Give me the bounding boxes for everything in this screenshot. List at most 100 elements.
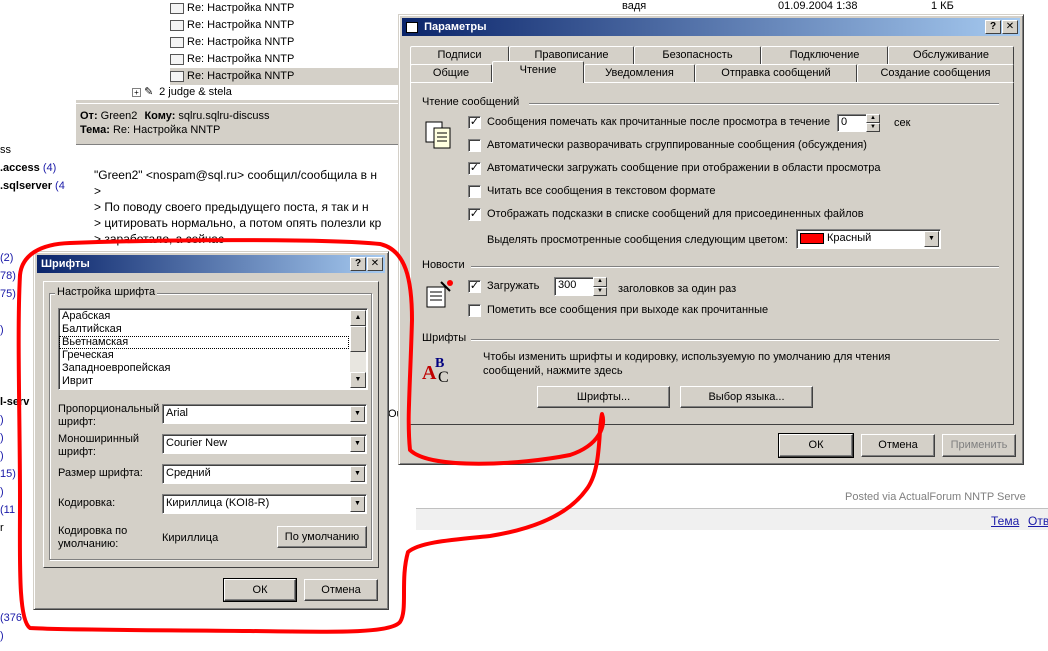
chevron-down-icon[interactable]: ▼ — [350, 436, 365, 452]
reply-link[interactable]: Отв — [1028, 514, 1048, 528]
tab-reading[interactable]: Чтение — [492, 61, 584, 83]
tooltips-label: Отображать подсказки в списке сообщений … — [487, 208, 864, 220]
topic-link[interactable]: Тема — [991, 514, 1019, 528]
list-item[interactable]: Re: Настройка NNTP — [170, 34, 294, 51]
top-row-date: 01.09.2004 1:38 — [778, 0, 858, 12]
list-item[interactable]: Арабская — [59, 310, 367, 323]
reading-section-title: Чтение сообщений — [422, 96, 520, 108]
list-item[interactable]: Греческая — [59, 349, 367, 362]
thread-row[interactable]: + ✎ 2 judge & stela — [132, 84, 232, 101]
fonts-title: Шрифты — [41, 258, 90, 270]
folder-item[interactable]: ) — [0, 324, 4, 336]
expand-icon[interactable]: + — [132, 87, 141, 97]
folder-item[interactable]: (376 — [0, 612, 22, 624]
help-button[interactable]: ? — [350, 257, 366, 271]
tab-connection[interactable]: Подключение — [761, 46, 888, 65]
download-checkbox[interactable]: ✓ — [468, 280, 481, 293]
listbox-scrollbar[interactable]: ▲ ▼ — [350, 310, 366, 388]
app-icon — [406, 21, 418, 33]
language-button[interactable]: Выбор языка... — [680, 386, 813, 408]
list-item[interactable]: Re: Настройка NNTP — [170, 51, 294, 68]
fonts-cancel-button[interactable]: Отмена — [304, 579, 378, 601]
sec-label: сек — [894, 117, 911, 129]
tab-compose[interactable]: Создание сообщения — [857, 64, 1014, 83]
list-item[interactable]: Re: Настройка NNTP — [170, 17, 294, 34]
params-apply-button[interactable]: Применить — [942, 434, 1016, 457]
tooltips-checkbox[interactable]: ✓ — [468, 208, 481, 221]
download-count-input[interactable]: 300 — [554, 277, 594, 296]
fonts-button[interactable]: Шрифты... — [537, 386, 670, 408]
folder-item[interactable]: ) — [0, 630, 4, 642]
params-dialog: Параметры ? ✕ Подписи Правописание Безоп… — [398, 14, 1024, 465]
folder-item[interactable]: l-serv — [0, 396, 29, 408]
list-item[interactable]: Иврит — [59, 375, 367, 388]
close-button[interactable]: ✕ — [367, 257, 383, 271]
folder-item[interactable]: .access (4) — [0, 162, 56, 174]
to-label: Кому: — [144, 110, 176, 122]
folder-item[interactable]: 75) — [0, 288, 16, 300]
highlight-color-select[interactable]: Красный ▼ — [796, 229, 941, 249]
mark-read-seconds-input[interactable]: 0 — [837, 114, 867, 132]
list-item[interactable]: Вьетнамская — [59, 336, 349, 349]
folder-item[interactable]: 78) — [0, 270, 16, 282]
folder-item[interactable]: .sqlserver (4 — [0, 180, 65, 192]
folder-item[interactable]: ) — [0, 414, 4, 426]
proportional-font-select[interactable]: Arial ▼ — [162, 404, 367, 424]
posted-via-text: Posted via ActualForum NNTP Serve — [845, 491, 1026, 503]
scroll-down-icon[interactable]: ▼ — [350, 372, 366, 388]
tab-send[interactable]: Отправка сообщений — [695, 64, 857, 83]
mono-font-select[interactable]: Courier New ▼ — [162, 434, 367, 454]
list-item[interactable]: Re: Настройка NNTP — [170, 0, 294, 17]
chevron-down-icon[interactable]: ▼ — [924, 231, 939, 247]
autoload-checkbox[interactable]: ✓ — [468, 162, 481, 175]
seconds-spinner[interactable]: ▲ ▼ — [866, 114, 880, 132]
scroll-thumb[interactable] — [350, 326, 366, 352]
close-button[interactable]: ✕ — [1002, 20, 1018, 34]
plaintext-checkbox[interactable] — [468, 185, 481, 198]
tab-notifications[interactable]: Уведомления — [584, 64, 695, 83]
mark-all-checkbox[interactable] — [468, 304, 481, 317]
fonts-titlebar[interactable]: Шрифты ? ✕ — [37, 255, 385, 273]
folder-item[interactable]: ) — [0, 450, 4, 462]
default-encoding-label: Кодировка по умолчанию: — [58, 525, 128, 550]
list-item[interactable]: Балтийская — [59, 323, 367, 336]
params-cancel-button[interactable]: Отмена — [861, 434, 935, 457]
params-ok-button[interactable]: ОК — [778, 433, 854, 458]
plaintext-label: Читать все сообщения в текстовом формате — [487, 185, 716, 197]
svg-text:C: C — [438, 369, 449, 385]
tab-general[interactable]: Общие — [410, 64, 492, 83]
chevron-down-icon[interactable]: ▼ — [350, 466, 365, 482]
list-item[interactable]: Западноевропейская — [59, 362, 367, 375]
scroll-up-icon[interactable]: ▲ — [350, 310, 366, 326]
size-select[interactable]: Средний ▼ — [162, 464, 367, 484]
encoding-select[interactable]: Кириллица (KOI8-R) ▼ — [162, 494, 367, 514]
envelope-icon — [170, 19, 184, 31]
folder-item[interactable]: (11 — [0, 504, 15, 516]
expand-checkbox[interactable] — [468, 139, 481, 152]
list-item-selected[interactable]: Re: Настройка NNTP — [170, 68, 400, 85]
download-spinner[interactable]: ▲ ▼ — [593, 277, 607, 296]
mark-read-checkbox[interactable]: ✓ — [468, 116, 481, 129]
help-button[interactable]: ? — [985, 20, 1001, 34]
mark-all-label: Пометить все сообщения при выходе как пр… — [487, 304, 769, 316]
body-line: "Green2" <nospam@sql.ru> сообщил/сообщил… — [94, 168, 377, 182]
folder-item[interactable]: ) — [0, 486, 4, 498]
script-listbox[interactable]: Арабская Балтийская Вьетнамская Греческа… — [58, 308, 368, 390]
news-icon — [423, 279, 455, 311]
tab-maintenance[interactable]: Обслуживание — [888, 46, 1014, 65]
tab-security[interactable]: Безопасность — [634, 46, 761, 65]
folder-item[interactable]: ) — [0, 432, 4, 444]
fonts-ok-button[interactable]: ОК — [223, 578, 297, 602]
folder-item[interactable]: (2) — [0, 252, 13, 264]
default-button[interactable]: По умолчанию — [277, 526, 367, 548]
folder-item[interactable]: 15) — [0, 468, 16, 480]
params-titlebar[interactable]: Параметры ? ✕ — [402, 18, 1020, 36]
folder-item[interactable]: ss — [0, 144, 11, 156]
chevron-down-icon[interactable]: ▼ — [350, 496, 365, 512]
size-label: Размер шрифта: — [58, 467, 143, 479]
proportional-label: Пропорциональный шрифт: — [58, 403, 160, 428]
chevron-down-icon[interactable]: ▼ — [350, 406, 365, 422]
fonts-dialog: Шрифты ? ✕ Настройка шрифта Арабская Бал… — [33, 251, 389, 610]
top-row-author: вадя — [622, 0, 647, 12]
folder-item[interactable]: r — [0, 522, 4, 534]
